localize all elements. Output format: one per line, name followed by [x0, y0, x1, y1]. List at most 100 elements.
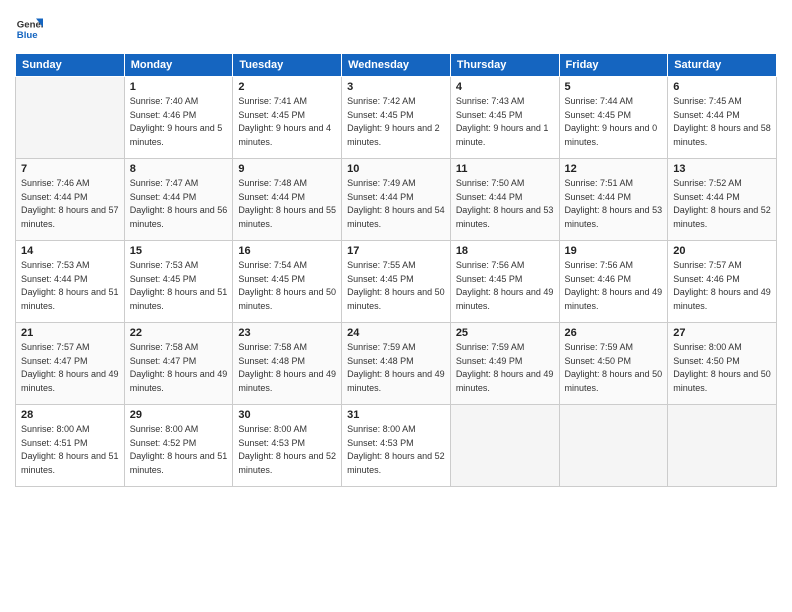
day-number: 20: [673, 245, 771, 257]
day-number: 19: [565, 245, 663, 257]
day-info: Sunrise: 7:58 AMSunset: 4:47 PMDaylight:…: [130, 341, 228, 395]
day-cell: 21 Sunrise: 7:57 AMSunset: 4:47 PMDayligh…: [16, 323, 125, 405]
col-header-saturday: Saturday: [668, 54, 777, 77]
day-info: Sunrise: 7:59 AMSunset: 4:50 PMDaylight:…: [565, 341, 663, 395]
day-info: Sunrise: 7:49 AMSunset: 4:44 PMDaylight:…: [347, 177, 445, 231]
day-number: 18: [456, 245, 554, 257]
day-cell: 22 Sunrise: 7:58 AMSunset: 4:47 PMDayligh…: [124, 323, 233, 405]
week-row-2: 14 Sunrise: 7:53 AMSunset: 4:44 PMDayligh…: [16, 241, 777, 323]
day-cell: 4 Sunrise: 7:43 AMSunset: 4:45 PMDaylight…: [450, 77, 559, 159]
logo: General Blue: [15, 15, 43, 43]
day-info: Sunrise: 7:59 AMSunset: 4:49 PMDaylight:…: [456, 341, 554, 395]
day-cell: 8Sunrise: 7:47 AMSunset: 4:44 PMDaylight…: [124, 159, 233, 241]
day-info: Sunrise: 7:46 AMSunset: 4:44 PMDaylight:…: [21, 177, 119, 231]
day-number: 24: [347, 327, 445, 339]
day-cell: 10 Sunrise: 7:49 AMSunset: 4:44 PMDayligh…: [342, 159, 451, 241]
day-number: 13: [673, 163, 771, 175]
day-cell: 13 Sunrise: 7:52 AMSunset: 4:44 PMDayligh…: [668, 159, 777, 241]
day-info: Sunrise: 7:57 AMSunset: 4:46 PMDaylight:…: [673, 259, 771, 313]
day-info: Sunrise: 7:48 AMSunset: 4:44 PMDaylight:…: [238, 177, 336, 231]
day-cell: 28 Sunrise: 8:00 AMSunset: 4:51 PMDayligh…: [16, 405, 125, 487]
day-info: Sunrise: 8:00 AMSunset: 4:52 PMDaylight:…: [130, 423, 228, 477]
col-header-wednesday: Wednesday: [342, 54, 451, 77]
day-cell: 20 Sunrise: 7:57 AMSunset: 4:46 PMDayligh…: [668, 241, 777, 323]
day-cell: 26Sunrise: 7:59 AMSunset: 4:50 PMDayligh…: [559, 323, 668, 405]
day-info: Sunrise: 7:43 AMSunset: 4:45 PMDaylight:…: [456, 95, 554, 149]
col-header-tuesday: Tuesday: [233, 54, 342, 77]
day-cell: 9 Sunrise: 7:48 AMSunset: 4:44 PMDaylight…: [233, 159, 342, 241]
day-info: Sunrise: 7:55 AMSunset: 4:45 PMDaylight:…: [347, 259, 445, 313]
day-number: 6: [673, 81, 771, 93]
day-number: 8: [130, 163, 228, 175]
day-number: 15: [130, 245, 228, 257]
day-cell: 30Sunrise: 8:00 AMSunset: 4:53 PMDayligh…: [233, 405, 342, 487]
day-number: 22: [130, 327, 228, 339]
day-info: Sunrise: 7:53 AMSunset: 4:44 PMDaylight:…: [21, 259, 119, 313]
day-info: Sunrise: 7:52 AMSunset: 4:44 PMDaylight:…: [673, 177, 771, 231]
day-number: 2: [238, 81, 336, 93]
logo-icon: General Blue: [15, 15, 43, 43]
week-row-0: 1Sunrise: 7:40 AMSunset: 4:46 PMDaylight…: [16, 77, 777, 159]
day-info: Sunrise: 7:59 AMSunset: 4:48 PMDaylight:…: [347, 341, 445, 395]
day-cell: 1Sunrise: 7:40 AMSunset: 4:46 PMDaylight…: [124, 77, 233, 159]
day-info: Sunrise: 7:44 AMSunset: 4:45 PMDaylight:…: [565, 95, 663, 149]
day-number: 4: [456, 81, 554, 93]
day-info: Sunrise: 7:56 AMSunset: 4:46 PMDaylight:…: [565, 259, 663, 313]
day-info: Sunrise: 8:00 AMSunset: 4:53 PMDaylight:…: [238, 423, 336, 477]
day-cell: 31 Sunrise: 8:00 AMSunset: 4:53 PMDayligh…: [342, 405, 451, 487]
day-cell: 19 Sunrise: 7:56 AMSunset: 4:46 PMDayligh…: [559, 241, 668, 323]
day-info: Sunrise: 7:57 AMSunset: 4:47 PMDaylight:…: [21, 341, 119, 395]
day-info: Sunrise: 7:42 AMSunset: 4:45 PMDaylight:…: [347, 95, 445, 149]
day-cell: 6 Sunrise: 7:45 AMSunset: 4:44 PMDaylight…: [668, 77, 777, 159]
day-info: Sunrise: 7:51 AMSunset: 4:44 PMDaylight:…: [565, 177, 663, 231]
day-cell: 5Sunrise: 7:44 AMSunset: 4:45 PMDaylight…: [559, 77, 668, 159]
day-number: 27: [673, 327, 771, 339]
header: General Blue: [15, 15, 777, 43]
day-number: 9: [238, 163, 336, 175]
day-cell: [668, 405, 777, 487]
day-number: 14: [21, 245, 119, 257]
day-cell: 18Sunrise: 7:56 AMSunset: 4:45 PMDayligh…: [450, 241, 559, 323]
day-number: 25: [456, 327, 554, 339]
day-number: 10: [347, 163, 445, 175]
day-number: 11: [456, 163, 554, 175]
day-number: 7: [21, 163, 119, 175]
day-info: Sunrise: 7:53 AMSunset: 4:45 PMDaylight:…: [130, 259, 228, 313]
day-cell: 25 Sunrise: 7:59 AMSunset: 4:49 PMDayligh…: [450, 323, 559, 405]
day-cell: 24 Sunrise: 7:59 AMSunset: 4:48 PMDayligh…: [342, 323, 451, 405]
col-header-friday: Friday: [559, 54, 668, 77]
day-info: Sunrise: 7:58 AMSunset: 4:48 PMDaylight:…: [238, 341, 336, 395]
day-info: Sunrise: 8:00 AMSunset: 4:51 PMDaylight:…: [21, 423, 119, 477]
day-cell: 29Sunrise: 8:00 AMSunset: 4:52 PMDayligh…: [124, 405, 233, 487]
day-info: Sunrise: 7:54 AMSunset: 4:45 PMDaylight:…: [238, 259, 336, 313]
day-number: 12: [565, 163, 663, 175]
day-number: 28: [21, 409, 119, 421]
page: General Blue SundayMondayTuesdayWednesda…: [0, 0, 792, 612]
day-number: 3: [347, 81, 445, 93]
day-number: 16: [238, 245, 336, 257]
day-cell: [450, 405, 559, 487]
calendar-header-row: SundayMondayTuesdayWednesdayThursdayFrid…: [16, 54, 777, 77]
day-cell: [559, 405, 668, 487]
day-number: 23: [238, 327, 336, 339]
col-header-sunday: Sunday: [16, 54, 125, 77]
week-row-1: 7 Sunrise: 7:46 AMSunset: 4:44 PMDaylight…: [16, 159, 777, 241]
day-info: Sunrise: 7:45 AMSunset: 4:44 PMDaylight:…: [673, 95, 771, 149]
day-number: 21: [21, 327, 119, 339]
day-cell: 14 Sunrise: 7:53 AMSunset: 4:44 PMDayligh…: [16, 241, 125, 323]
day-cell: 15 Sunrise: 7:53 AMSunset: 4:45 PMDayligh…: [124, 241, 233, 323]
day-number: 31: [347, 409, 445, 421]
day-cell: 11Sunrise: 7:50 AMSunset: 4:44 PMDayligh…: [450, 159, 559, 241]
day-cell: 7 Sunrise: 7:46 AMSunset: 4:44 PMDaylight…: [16, 159, 125, 241]
day-info: Sunrise: 7:41 AMSunset: 4:45 PMDaylight:…: [238, 95, 336, 149]
calendar-table: SundayMondayTuesdayWednesdayThursdayFrid…: [15, 53, 777, 487]
col-header-thursday: Thursday: [450, 54, 559, 77]
day-number: 17: [347, 245, 445, 257]
day-cell: 12 Sunrise: 7:51 AMSunset: 4:44 PMDayligh…: [559, 159, 668, 241]
day-cell: [16, 77, 125, 159]
col-header-monday: Monday: [124, 54, 233, 77]
day-info: Sunrise: 8:00 AMSunset: 4:53 PMDaylight:…: [347, 423, 445, 477]
day-cell: 2 Sunrise: 7:41 AMSunset: 4:45 PMDaylight…: [233, 77, 342, 159]
day-info: Sunrise: 8:00 AMSunset: 4:50 PMDaylight:…: [673, 341, 771, 395]
day-cell: 23 Sunrise: 7:58 AMSunset: 4:48 PMDayligh…: [233, 323, 342, 405]
